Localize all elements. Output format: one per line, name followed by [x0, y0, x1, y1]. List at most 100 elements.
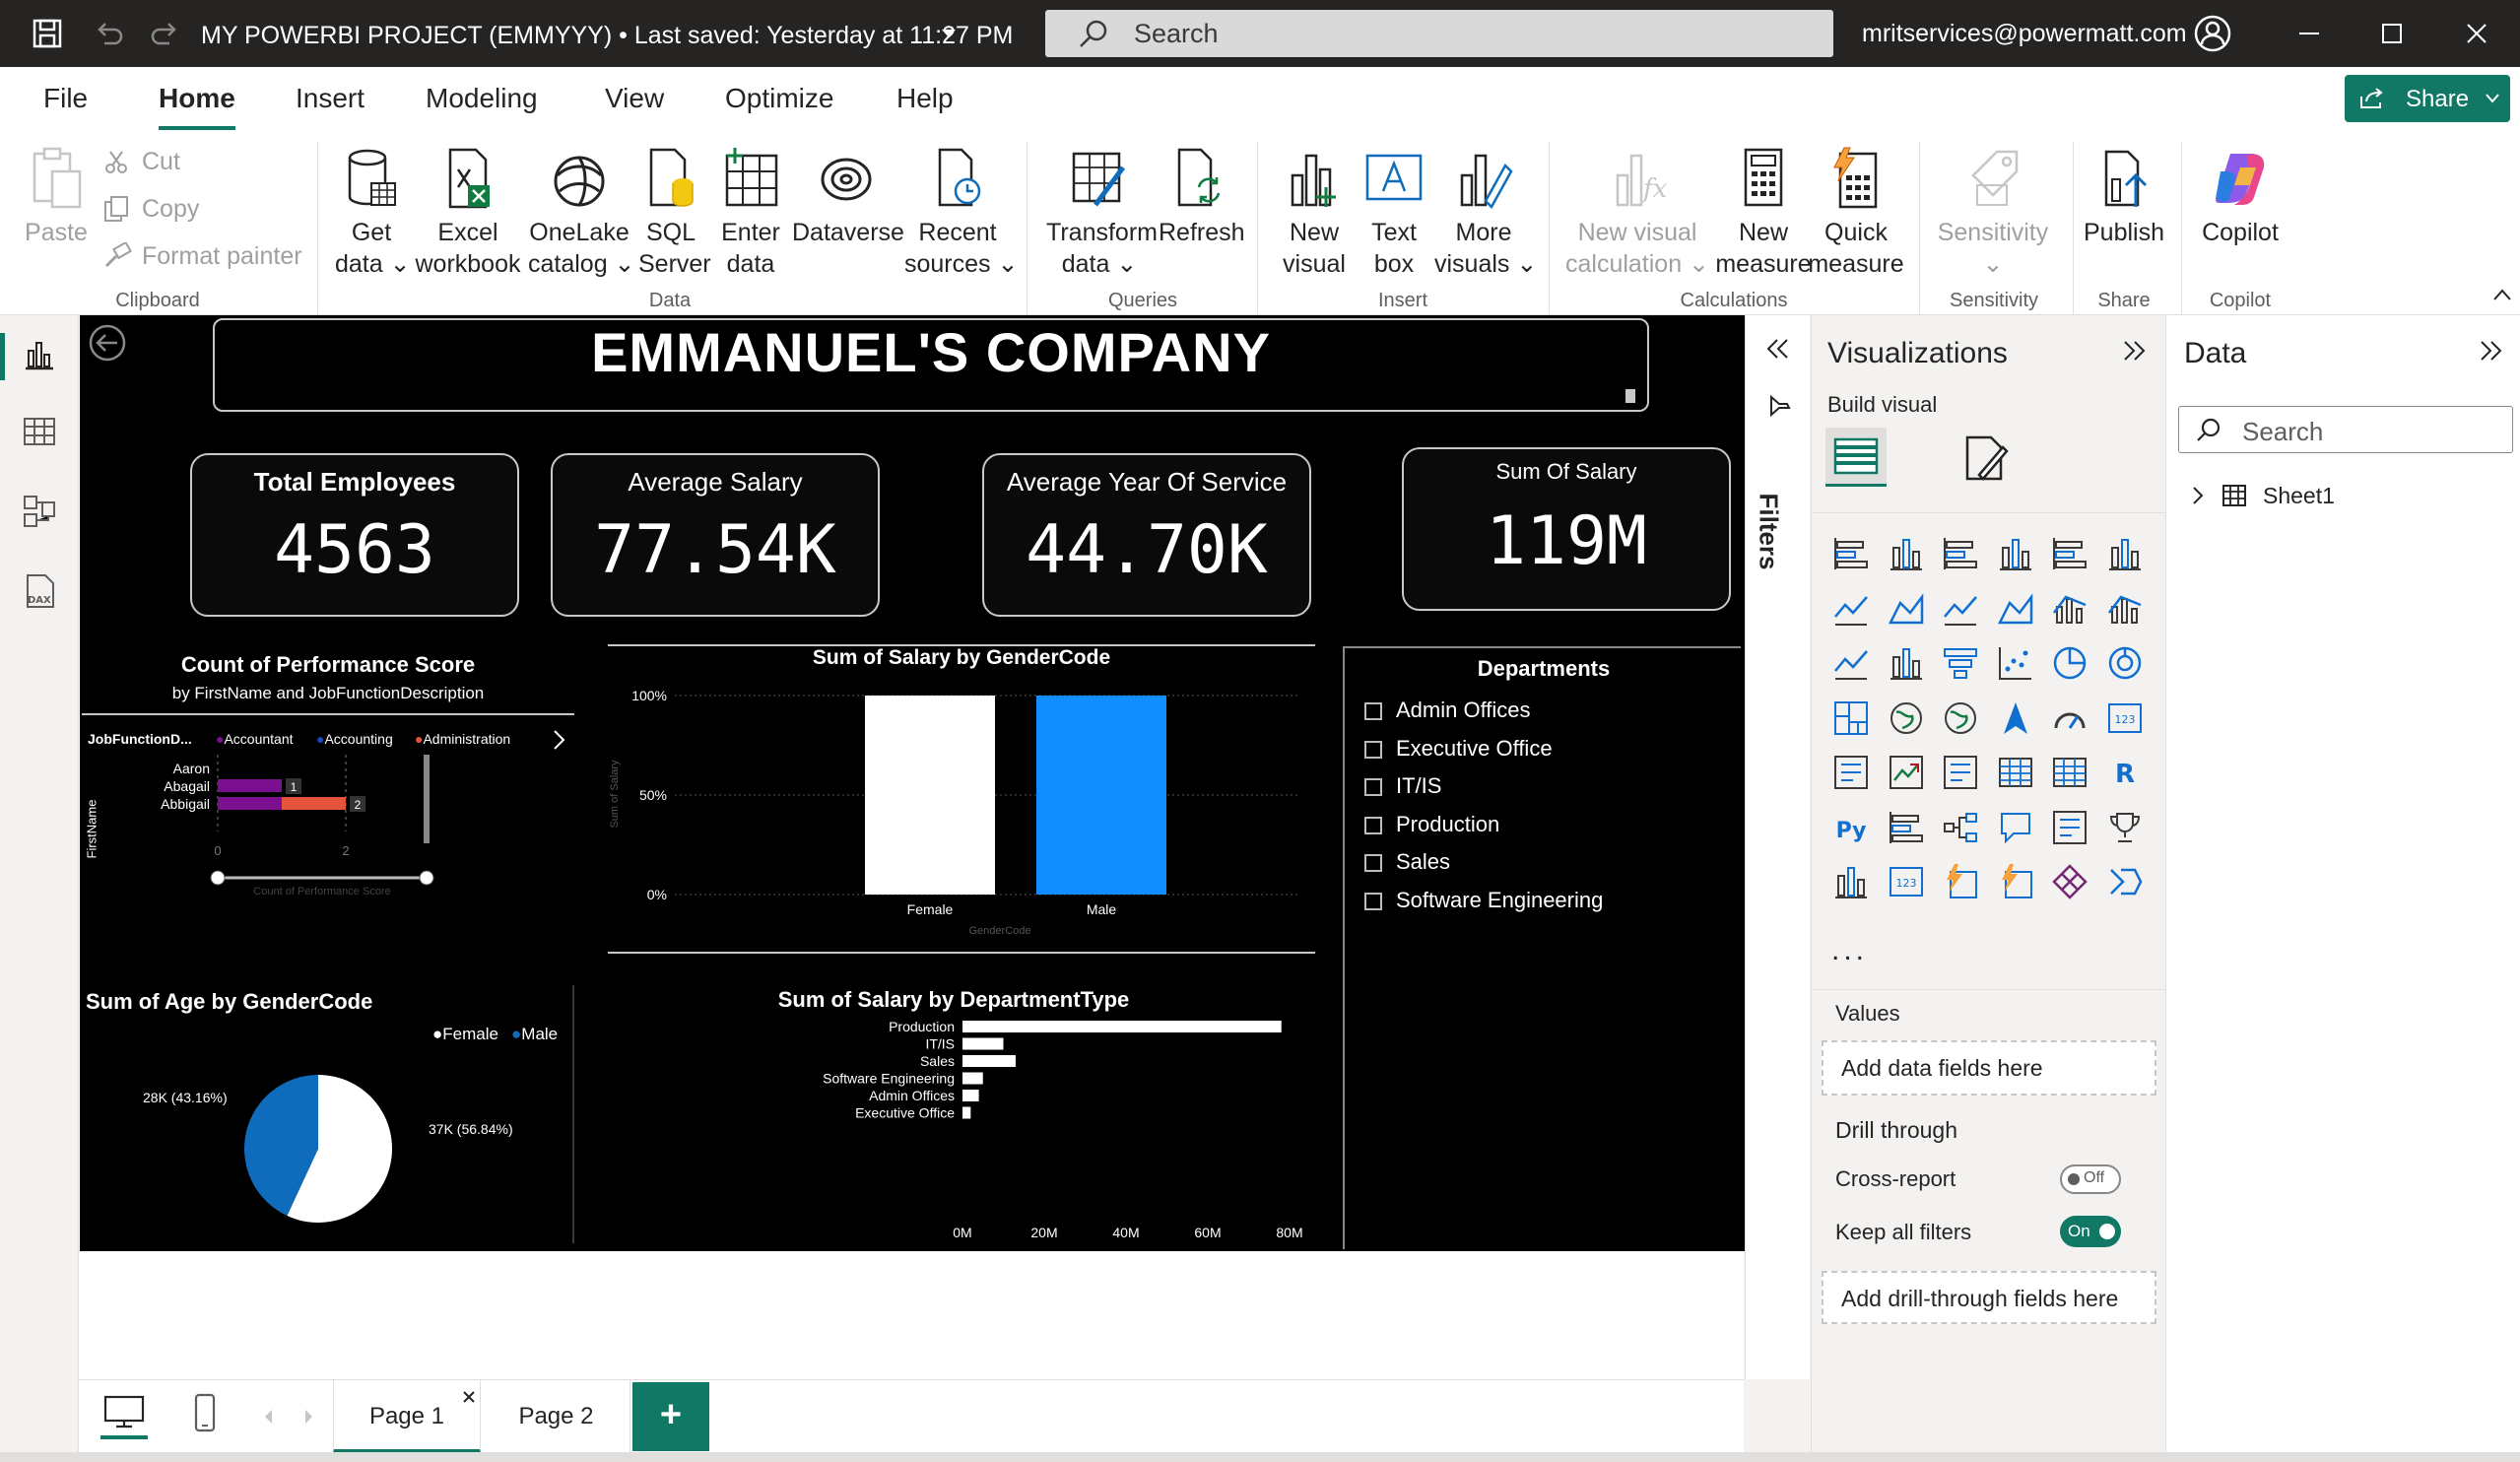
checkbox[interactable] — [1364, 741, 1382, 759]
new-visual-calculation-button[interactable]: fx New visual calculation ⌄ — [1564, 146, 1710, 280]
save-icon[interactable] — [30, 16, 65, 51]
paste-button[interactable]: Paste — [22, 146, 91, 248]
clustered-bar-icon[interactable] — [1941, 534, 1980, 573]
page-tab-1[interactable]: Page 1 — [333, 1380, 481, 1453]
chevron-right-icon[interactable] — [2190, 485, 2206, 506]
r-visual-icon[interactable]: R — [2105, 753, 2145, 792]
sensitivity-button[interactable]: Sensitivity ⌄ — [1931, 146, 2055, 280]
azure-map-icon[interactable] — [1996, 698, 2035, 738]
line-column-icon[interactable] — [2050, 589, 2089, 629]
slicer-icon[interactable] — [1941, 753, 1980, 792]
menu-file[interactable]: File — [43, 83, 88, 114]
cross-report-toggle[interactable]: Off — [2060, 1164, 2121, 1194]
more-visuals-ellipsis[interactable]: ... — [1831, 934, 1868, 967]
100-column-icon[interactable] — [2105, 534, 2145, 573]
donut-icon[interactable] — [2105, 643, 2145, 683]
copilot-button[interactable]: Copilot — [2195, 146, 2286, 248]
undo-icon[interactable] — [91, 16, 126, 51]
filters-pane-collapsed[interactable]: Filters — [1745, 315, 1810, 1379]
report-title-box[interactable]: EMMANUEL'S COMPANY — [213, 318, 1649, 412]
key-influencers-icon[interactable] — [1887, 808, 1926, 847]
dax-query-view-icon[interactable]: DAX — [20, 571, 59, 611]
diamond-icon[interactable] — [2050, 862, 2089, 901]
build-visual-tab[interactable] — [1825, 428, 1887, 487]
stacked-bar-icon[interactable] — [1831, 534, 1871, 573]
slicer-item[interactable]: Production — [1364, 812, 1499, 837]
collapse-pane-icon[interactable] — [2478, 339, 2503, 363]
refresh-button[interactable]: Refresh — [1159, 146, 1245, 248]
decomposition-tree-icon[interactable] — [1941, 808, 1980, 847]
redo-icon[interactable] — [148, 16, 183, 51]
line-chart-icon[interactable] — [1831, 589, 1871, 629]
checkbox[interactable] — [1364, 893, 1382, 910]
gauge-icon[interactable] — [2050, 698, 2089, 738]
resize-handle[interactable] — [1625, 389, 1635, 403]
user-avatar-icon[interactable] — [2193, 14, 2232, 53]
narrative-icon[interactable] — [2050, 808, 2089, 847]
metrics-icon[interactable]: 123 — [1887, 862, 1926, 901]
sql-server-button[interactable]: SQL Server — [638, 146, 711, 280]
performance-score-chart[interactable]: Count of Performance Score by FirstName … — [82, 646, 574, 971]
slicer-item[interactable]: Executive Office — [1364, 736, 1553, 762]
collapse-pane-icon[interactable] — [2121, 339, 2147, 363]
menu-view[interactable]: View — [605, 83, 664, 114]
chevron-down-icon[interactable] — [940, 28, 958, 39]
format-painter-button[interactable]: Format painter — [102, 240, 302, 272]
kpi-average-year-of-service[interactable]: Average Year Of Service 44.70K — [982, 453, 1311, 617]
power-automate-icon[interactable] — [1996, 862, 2035, 901]
kpi-icon[interactable] — [1887, 753, 1926, 792]
menu-insert[interactable]: Insert — [296, 83, 365, 114]
table-view-icon[interactable] — [22, 414, 57, 449]
text-box-button[interactable]: Text box — [1359, 146, 1428, 280]
table-item-sheet1[interactable]: Sheet1 — [2190, 479, 2486, 514]
checkbox[interactable] — [1364, 778, 1382, 796]
goals-icon[interactable] — [2105, 808, 2145, 847]
add-page-button[interactable]: + — [632, 1382, 709, 1451]
stacked-area-icon[interactable] — [1941, 589, 1980, 629]
matrix-icon[interactable] — [2050, 753, 2089, 792]
new-measure-button[interactable]: New measure — [1714, 146, 1813, 280]
account-email[interactable]: mritservices@powermatt.com — [1862, 20, 2187, 48]
slicer-item[interactable]: Sales — [1364, 849, 1450, 875]
expand-filters-icon[interactable] — [1765, 337, 1791, 361]
salary-by-gender-chart[interactable]: Sum of Salary by GenderCode 0% 50% 100% Sum … — [608, 644, 1315, 954]
table-icon[interactable] — [1996, 753, 2035, 792]
recent-sources-button[interactable]: Recent sources ⌄ — [904, 146, 1018, 280]
line-clustered-icon[interactable] — [2105, 589, 2145, 629]
search-input[interactable]: Search — [1045, 10, 1833, 57]
slicer-item[interactable]: Software Engineering — [1364, 888, 1603, 913]
funnel-icon[interactable] — [1941, 643, 1980, 683]
clustered-column-icon[interactable] — [1996, 534, 2035, 573]
collapse-ribbon-icon[interactable] — [2492, 288, 2512, 301]
qa-icon[interactable] — [1996, 808, 2035, 847]
100-area-icon[interactable] — [1996, 589, 2035, 629]
model-view-icon[interactable] — [22, 493, 57, 528]
excel-workbook-button[interactable]: Excel workbook — [414, 146, 522, 280]
onelake-catalog-button[interactable]: OneLake catalog ⌄ — [528, 146, 635, 280]
100-bar-icon[interactable] — [2050, 534, 2089, 573]
menu-home[interactable]: Home — [159, 83, 235, 114]
power-apps-icon[interactable] — [1941, 862, 1980, 901]
kpi-sum-of-salary[interactable]: Sum Of Salary 119M — [1402, 447, 1731, 611]
scatter-icon[interactable] — [1996, 643, 2035, 683]
map-icon[interactable] — [1887, 698, 1926, 738]
share-button[interactable]: Share — [2345, 75, 2510, 122]
close-tab-icon[interactable] — [462, 1390, 476, 1404]
card-icon[interactable]: 123 — [2105, 698, 2145, 738]
get-data-button[interactable]: Get data ⌄ — [335, 146, 411, 280]
legend-next-icon[interactable] — [551, 729, 566, 751]
keep-all-filters-toggle[interactable]: On — [2060, 1216, 2121, 1247]
checkbox[interactable] — [1364, 702, 1382, 720]
python-visual-icon[interactable]: Py — [1831, 808, 1871, 847]
copy-button[interactable]: Copy — [102, 193, 199, 225]
back-arrow-icon[interactable] — [88, 323, 127, 363]
slicer-item[interactable]: IT/IS — [1364, 773, 1441, 799]
scroll-left-icon[interactable] — [262, 1408, 276, 1426]
stacked-column-icon[interactable] — [1887, 534, 1926, 573]
document-title[interactable]: MY POWERBI PROJECT (EMMYYY) • Last saved… — [201, 22, 1013, 50]
mobile-layout-icon[interactable] — [193, 1392, 217, 1433]
menu-optimize[interactable]: Optimize — [725, 83, 833, 114]
page-tab-2[interactable]: Page 2 — [483, 1380, 630, 1453]
format-visual-icon[interactable] — [1961, 433, 2011, 483]
chevrons-icon[interactable] — [2105, 862, 2145, 901]
